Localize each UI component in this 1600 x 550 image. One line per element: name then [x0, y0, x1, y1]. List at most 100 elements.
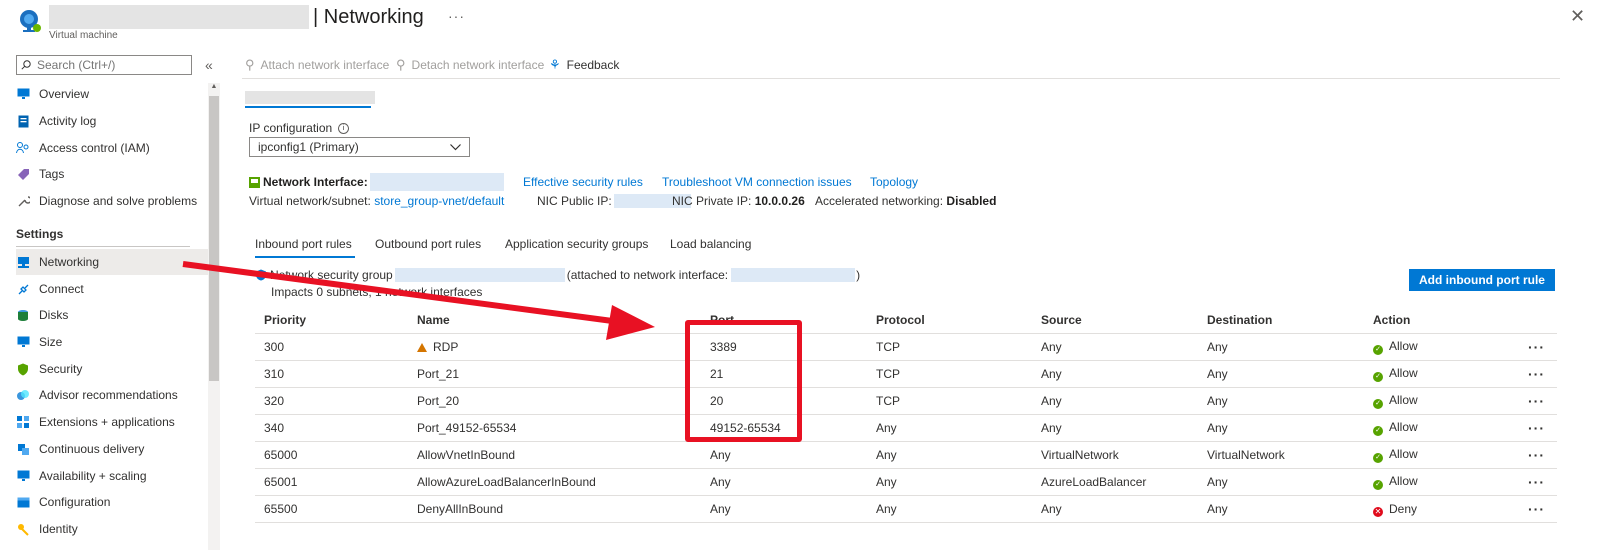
rule-source: Any [1032, 360, 1198, 388]
delivery-icon [16, 442, 30, 456]
row-menu-button[interactable]: ··· [1519, 333, 1557, 361]
effective-security-rules-link[interactable]: Effective security rules [523, 175, 643, 189]
more-icon: ··· [1528, 420, 1545, 436]
rule-port: Any [701, 468, 867, 496]
public-ip-row: NIC Public IP: [537, 194, 691, 208]
rule-name[interactable]: AllowVnetInBound [408, 441, 701, 469]
more-icon: ··· [1528, 447, 1545, 463]
tab-load-balancing[interactable]: Load balancing [670, 237, 751, 251]
sidebar-item-diagnose[interactable]: Diagnose and solve problems [16, 188, 208, 214]
sidebar-scrollbar-thumb[interactable] [209, 96, 219, 381]
more-options-button[interactable]: ··· [448, 8, 465, 24]
sidebar-item-security[interactable]: Security [16, 356, 208, 382]
rule-protocol: Any [867, 495, 1032, 523]
active-tab-indicator [255, 256, 355, 258]
config-icon [16, 495, 30, 509]
people-icon [16, 141, 30, 155]
rule-priority: 300 [255, 333, 408, 361]
rule-action: ✓ Allow [1364, 414, 1519, 442]
topology-link[interactable]: Topology [870, 175, 918, 189]
column-header-destination[interactable]: Destination [1198, 307, 1364, 334]
deny-circle-icon: ✕ [1373, 506, 1383, 517]
sidebar-item-continuous-delivery[interactable]: Continuous delivery [16, 436, 208, 462]
check-circle-icon: ✓ [1373, 399, 1383, 409]
tab-inbound-port-rules[interactable]: Inbound port rules [255, 237, 352, 251]
ip-configuration-dropdown[interactable]: ipconfig1 (Primary) [249, 137, 470, 157]
sidebar-item-networking[interactable]: Networking [16, 249, 208, 275]
chevron-down-icon [450, 143, 461, 150]
row-menu-button[interactable]: ··· [1519, 441, 1557, 469]
rule-source: Any [1032, 387, 1198, 415]
sidebar-item-availability-scaling[interactable]: Availability + scaling [16, 463, 208, 489]
plug-icon [16, 282, 30, 296]
column-header-source[interactable]: Source [1032, 307, 1198, 334]
row-menu-button[interactable]: ··· [1519, 387, 1557, 415]
row-menu-button[interactable]: ··· [1519, 468, 1557, 496]
info-icon[interactable]: i [338, 122, 350, 134]
vnet-subnet-row: Virtual network/subnet: store_group-vnet… [249, 194, 505, 208]
check-circle-icon: ✓ [1373, 345, 1383, 355]
scroll-up-icon[interactable]: ▲ [208, 83, 220, 90]
rule-name[interactable]: Port_21 [408, 360, 701, 388]
inbound-rules-table: Priority Name Port Protocol Source Desti… [255, 307, 1557, 523]
redacted-nsg-name[interactable] [394, 268, 565, 282]
check-circle-icon: ✓ [1373, 372, 1383, 382]
rule-name[interactable]: RDP [408, 333, 701, 361]
table-row[interactable]: 65000 AllowVnetInBound Any Any VirtualNe… [255, 441, 1557, 469]
search-input[interactable] [35, 57, 179, 73]
collapse-sidebar-button[interactable]: « [205, 57, 213, 73]
table-row[interactable]: 310 Port_21 21 TCP Any Any ✓ Allow ··· [255, 360, 1557, 388]
column-header-priority[interactable]: Priority [255, 307, 408, 334]
page-title: | Networking [49, 5, 424, 29]
tab-outbound-port-rules[interactable]: Outbound port rules [375, 237, 481, 251]
network-interface-tab[interactable] [245, 91, 375, 104]
sidebar-item-size[interactable]: Size [16, 329, 208, 355]
rule-name[interactable]: DenyAllInBound [408, 495, 701, 523]
feedback-button[interactable]: ⚘ Feedback [549, 57, 619, 73]
column-header-protocol[interactable]: Protocol [867, 307, 1032, 334]
tab-application-security-groups[interactable]: Application security groups [505, 237, 648, 251]
redacted-attached-nic[interactable] [731, 268, 856, 282]
table-row[interactable]: 320 Port_20 20 TCP Any Any ✓ Allow ··· [255, 387, 1557, 415]
row-menu-button[interactable]: ··· [1519, 360, 1557, 388]
sidebar-item-configuration[interactable]: Configuration [16, 489, 208, 515]
column-header-name[interactable]: Name [408, 307, 701, 334]
identity-icon [16, 522, 30, 536]
rule-priority: 65000 [255, 441, 408, 469]
rule-name[interactable]: AllowAzureLoadBalancerInBound [408, 468, 701, 496]
table-row[interactable]: 300 RDP 3389 TCP Any Any ✓ Allow ··· [255, 333, 1557, 361]
row-menu-button[interactable]: ··· [1519, 414, 1557, 442]
column-header-action[interactable]: Action [1364, 307, 1519, 334]
sidebar-item-tags[interactable]: Tags [16, 161, 208, 187]
table-row[interactable]: 65001 AllowAzureLoadBalancerInBound Any … [255, 468, 1557, 496]
sidebar-item-extensions[interactable]: Extensions + applications [16, 409, 208, 435]
sidebar-item-activity-log[interactable]: Activity log [16, 108, 208, 134]
wrench-icon [16, 194, 30, 208]
sidebar-item-identity[interactable]: Identity [16, 516, 208, 542]
rule-action: ✓ Allow [1364, 333, 1519, 361]
annotation-highlight-box [685, 320, 802, 442]
search-box[interactable] [16, 55, 192, 75]
rule-action: ✓ Allow [1364, 441, 1519, 469]
sidebar-item-connect[interactable]: Connect [16, 276, 208, 302]
sidebar-item-access-control[interactable]: Access control (IAM) [16, 135, 208, 161]
feedback-icon: ⚘ [549, 57, 561, 72]
rule-name[interactable]: Port_49152-65534 [408, 414, 701, 442]
table-row[interactable]: 340 Port_49152-65534 49152-65534 Any Any… [255, 414, 1557, 442]
detach-network-interface-button[interactable]: ⚲ Detach network interface [396, 57, 544, 73]
troubleshoot-connection-link[interactable]: Troubleshoot VM connection issues [662, 175, 852, 189]
add-inbound-port-rule-button[interactable]: Add inbound port rule [1409, 269, 1555, 291]
sidebar-item-disks[interactable]: Disks [16, 302, 208, 328]
advisor-icon [16, 388, 30, 402]
check-circle-icon: ✓ [1373, 480, 1383, 490]
rule-name[interactable]: Port_20 [408, 387, 701, 415]
row-menu-button[interactable]: ··· [1519, 495, 1557, 523]
sidebar-item-overview[interactable]: Overview [16, 81, 208, 107]
redacted-nic-name[interactable] [369, 173, 504, 191]
attach-network-interface-button[interactable]: ⚲ Attach network interface [245, 57, 389, 73]
vnet-subnet-link[interactable]: store_group-vnet/default [374, 194, 504, 208]
close-icon[interactable]: ✕ [1570, 6, 1585, 27]
more-icon: ··· [1528, 501, 1545, 517]
sidebar-item-advisor[interactable]: Advisor recommendations [16, 382, 208, 408]
table-row[interactable]: 65500 DenyAllInBound Any Any Any Any ✕ De… [255, 495, 1557, 523]
